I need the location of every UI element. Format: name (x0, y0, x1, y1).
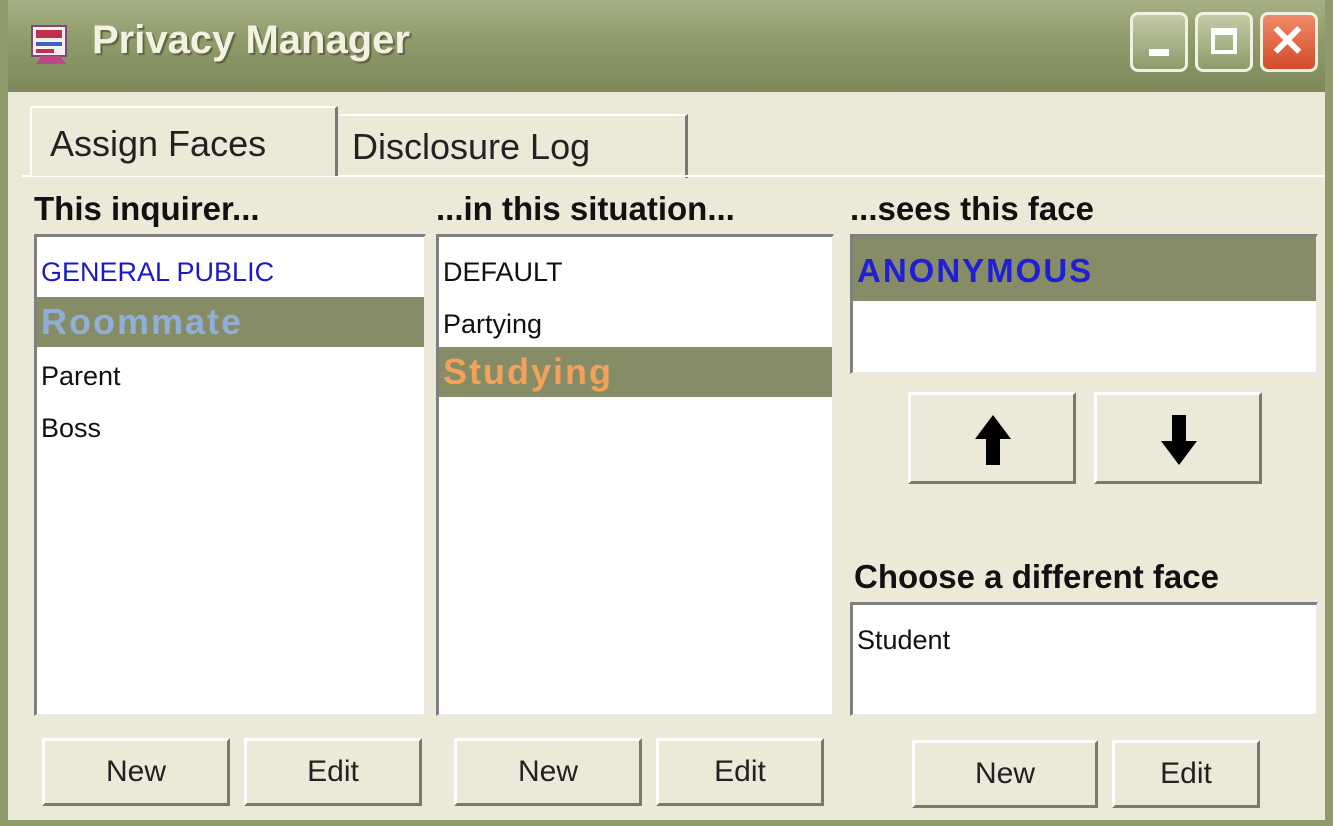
list-item[interactable]: DEFAULT (439, 247, 832, 297)
current-face-item[interactable]: ANONYMOUS (853, 237, 1316, 301)
list-item[interactable]: GENERAL PUBLIC (37, 247, 424, 297)
maximize-button[interactable] (1195, 12, 1253, 72)
face-header: ...sees this face (850, 190, 1094, 227)
list-item-selected[interactable]: Studying (439, 347, 832, 397)
minimize-icon (1149, 49, 1169, 56)
close-button[interactable]: ✕ (1260, 12, 1318, 72)
list-item[interactable]: Boss (37, 403, 424, 453)
face-new-button[interactable]: New (912, 740, 1098, 808)
title-bar[interactable]: Privacy Manager ✕ (8, 0, 1325, 92)
choose-face-list[interactable]: Student (850, 602, 1318, 716)
privacy-manager-window: Privacy Manager ✕ Assign Faces Disclosur… (0, 0, 1333, 826)
inquirer-header: This inquirer... (34, 190, 260, 227)
list-item[interactable]: Parent (37, 351, 424, 401)
situation-edit-button[interactable]: Edit (656, 738, 824, 806)
inquirer-new-button[interactable]: New (42, 738, 230, 806)
arrow-down-icon (1161, 415, 1197, 465)
window-title: Privacy Manager (92, 18, 410, 62)
move-down-button[interactable] (1094, 392, 1262, 484)
situation-list[interactable]: DEFAULT Partying Studying (436, 234, 834, 716)
list-item-selected[interactable]: Roommate (37, 297, 424, 347)
arrow-up-icon (975, 415, 1011, 465)
maximize-icon (1211, 28, 1237, 54)
tab-disclosure-log[interactable]: Disclosure Log (340, 114, 688, 178)
current-face-list[interactable]: ANONYMOUS (850, 234, 1318, 374)
move-up-button[interactable] (908, 392, 1076, 484)
list-item[interactable]: Partying (439, 299, 832, 349)
choose-face-header: Choose a different face (854, 558, 1219, 595)
situation-header: ...in this situation... (436, 190, 735, 227)
face-edit-button[interactable]: Edit (1112, 740, 1260, 808)
close-icon: ✕ (1269, 17, 1306, 66)
minimize-button[interactable] (1130, 12, 1188, 72)
app-icon (31, 25, 67, 64)
inquirer-list[interactable]: GENERAL PUBLIC Roommate Parent Boss (34, 234, 426, 716)
list-item[interactable]: Student (853, 615, 1316, 665)
tab-assign-faces[interactable]: Assign Faces (30, 106, 338, 176)
inquirer-edit-button[interactable]: Edit (244, 738, 422, 806)
situation-new-button[interactable]: New (454, 738, 642, 806)
